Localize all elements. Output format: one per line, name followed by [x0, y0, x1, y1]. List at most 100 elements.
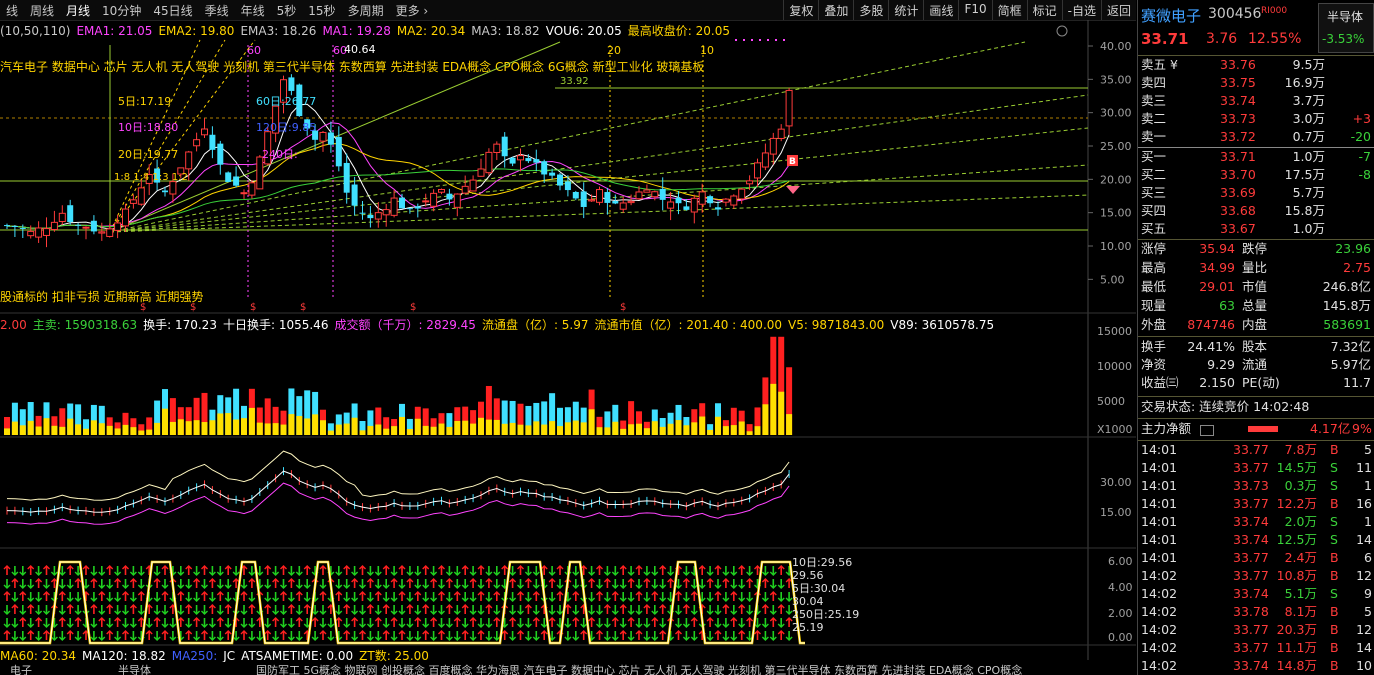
vol-inner-94: [746, 431, 753, 435]
candle-body-13: [106, 228, 114, 237]
bot-label-3: 30.04: [792, 595, 824, 608]
vol-inner-21: [169, 421, 176, 435]
tick-row-1: 14:01 33.77 14.5万 S 11: [1138, 459, 1374, 477]
tick-vol-0: 7.8万: [1284, 442, 1317, 457]
tick-side-11: B: [1330, 640, 1339, 655]
tick-time-8: 14:02: [1141, 586, 1178, 601]
fund-row-2: 收益㈢ 2.150 PE(动) 11.7: [1138, 374, 1374, 392]
sector-box[interactable]: 半导体 -3.53%: [1318, 3, 1374, 53]
candle-body-2: [19, 227, 26, 229]
bid-vol-1: 17.5万: [1284, 167, 1325, 182]
vol-inner-26: [209, 420, 216, 435]
main-flow: 主力净额 4.17亿 9%: [1138, 420, 1374, 438]
tick-count-3: 16: [1356, 496, 1372, 511]
vol-inner-29: [233, 419, 240, 435]
candle-body-87: [690, 197, 698, 213]
fund-key2-1: 流通: [1242, 357, 1268, 372]
bid-row-1[interactable]: 买二 33.70 17.5万 -8: [1138, 166, 1374, 184]
tick-price-9: 33.78: [1233, 604, 1269, 619]
current-price: 33.71: [1141, 30, 1189, 48]
stat-key1-1: 最高: [1141, 260, 1167, 275]
price-axis: 40.00 35.00 30.00 25.00 20.00 15.00 10.00 5.00: [1088, 40, 1132, 286]
ask-row-2[interactable]: 卖三 33.74 3.7万: [1138, 92, 1374, 110]
vol-inner-48: [383, 428, 390, 435]
signal-s-markers: $ $ $ $ $ $: [140, 302, 626, 313]
vol-inner-95: [754, 426, 761, 435]
sector-name: 半导体: [1327, 10, 1364, 24]
vol-inner-83: [659, 426, 666, 435]
candle-body-62: [493, 143, 501, 154]
candle-body-16: [129, 199, 137, 204]
bid-row-2[interactable]: 买三 33.69 5.7万: [1138, 184, 1374, 202]
tick-row-3: 14:01 33.77 12.2万 B 16: [1138, 495, 1374, 513]
ask-row-4[interactable]: 卖一 33.72 0.7万 -20: [1138, 128, 1374, 146]
vol-inner-92: [730, 425, 737, 435]
tick-time-4: 14:01: [1141, 514, 1178, 529]
candle-body-67: [533, 159, 540, 163]
candle-body-43: [343, 162, 350, 193]
candle-body-57: [453, 193, 461, 208]
tick-row-9: 14:02 33.78 8.1万 B 5: [1138, 603, 1374, 621]
bid-label-4: 买五: [1141, 221, 1167, 236]
mid-axis-label-1: 15.00: [1100, 506, 1132, 519]
settings-circle-icon[interactable]: [1056, 25, 1068, 37]
stat-key2-0: 跌停: [1242, 241, 1268, 256]
bid-price-0: 33.71: [1220, 149, 1256, 164]
bid-row-0[interactable]: 买一 33.71 1.0万 -7: [1138, 148, 1374, 166]
vol-inner-17: [138, 430, 145, 435]
candle-body-84: [667, 201, 675, 209]
tick-list[interactable]: 14:01 33.77 7.8万 B 5 14:01 33.77 14.5万 S 11 14:01 3…: [1138, 441, 1374, 675]
candle-body-6: [50, 221, 58, 231]
tick-vol-9: 8.1万: [1284, 604, 1317, 619]
vol-inner-96: [762, 404, 769, 435]
ask-row-0[interactable]: 卖五 ¥ 33.76 9.5万: [1138, 56, 1374, 74]
candle-body-65: [517, 155, 524, 161]
flow-table-icon[interactable]: [1200, 425, 1214, 436]
bot-label-4: 250日:25.19: [792, 608, 859, 621]
bid-row-4[interactable]: 买五 33.67 1.0万: [1138, 220, 1374, 238]
vol-inner-6: [51, 425, 58, 435]
vol-inner-73: [580, 422, 587, 435]
candle-body-75: [596, 189, 603, 203]
ask-vol-4: 0.7万: [1292, 129, 1325, 144]
vol-inner-5: [43, 418, 50, 435]
ask-row-3[interactable]: 卖二 33.73 3.0万 +3: [1138, 110, 1374, 128]
candle-body-40: [319, 131, 327, 142]
vol-inner-7: [59, 426, 66, 435]
candle-body-26: [209, 134, 216, 150]
main-flow-label: 主力净额: [1141, 421, 1192, 436]
fan-line-1: [109, 41, 1026, 233]
quote-stats: 涨停 35.94 跌停 23.96 最高 34.99 量比 2.75 最低 29.01 市值 246.…: [1138, 240, 1374, 335]
candle-body-12: [98, 231, 106, 234]
candle-body-94: [746, 180, 754, 185]
main-flow-value: 4.17亿: [1310, 421, 1351, 436]
ask-label-1: 卖四: [1141, 75, 1167, 90]
tick-price-4: 33.74: [1233, 514, 1269, 529]
stat-key1-4: 外盘: [1141, 317, 1167, 332]
candle-body-81: [643, 189, 651, 193]
candle-body-52: [414, 206, 421, 209]
bid-price-4: 33.67: [1220, 221, 1256, 236]
ask-vol-0: 9.5万: [1292, 57, 1325, 72]
price-axis-label-0: 40.00: [1100, 40, 1132, 53]
vol-inner-63: [501, 423, 508, 435]
price-axis-label-6: 10.00: [1100, 240, 1132, 253]
fib-label: 1:8 1:4 1:3 1:2: [114, 172, 188, 183]
bid-row-3[interactable]: 买四 33.68 15.8万: [1138, 202, 1374, 220]
candle-body-49: [390, 197, 398, 216]
candle-body-17: [137, 187, 145, 205]
tick-time-1: 14:01: [1141, 460, 1178, 475]
ask-row-1[interactable]: 卖四 33.75 16.9万: [1138, 74, 1374, 92]
kline-chart[interactable]: 33.92 60 60 20 10 40.64 5日:17.19 10日:18.…: [0, 0, 1136, 675]
volume-axis: 15000 10000 5000 X1000: [1097, 325, 1133, 436]
tick-row-7: 14:02 33.77 10.8万 B 12: [1138, 567, 1374, 585]
tick-vol-2: 0.3万: [1284, 478, 1317, 493]
vol-inner-8: [67, 418, 74, 435]
candle-body-88: [698, 191, 706, 205]
candle-body-85: [675, 197, 682, 204]
vol-inner-90: [715, 416, 721, 435]
vol-inner-58: [462, 420, 469, 435]
tick-count-0: 5: [1364, 442, 1372, 457]
stat-val2-1: 2.75: [1343, 260, 1371, 275]
candle-body-99: [785, 89, 793, 127]
